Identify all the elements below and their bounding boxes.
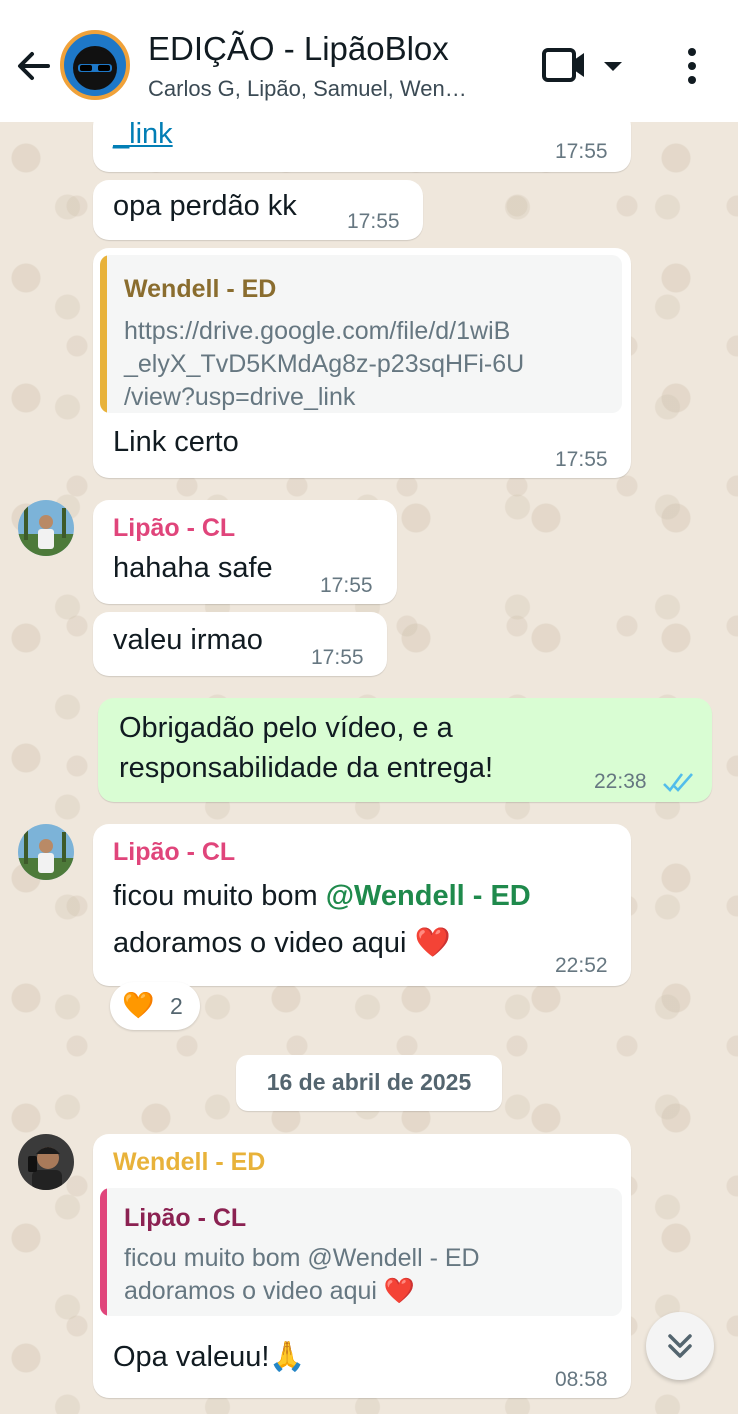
message-text: opa perdão kk [113,190,297,222]
message-bubble[interactable]: opa perdão kk 17:55 [93,180,423,240]
message-text: hahaha safe [113,552,273,584]
message-text: Opa valeuu! [113,1341,270,1373]
sender-avatar[interactable] [18,824,74,880]
message-bubble[interactable]: Lipão - CL ficou muito bom @Wendell - ED… [93,824,631,986]
message-link[interactable]: _link [113,118,173,151]
praying-hands-emoji: 🙏 [269,1341,306,1373]
chat-title[interactable]: EDIÇÃO - LipãoBlox [148,30,528,68]
sender-avatar[interactable] [18,500,74,556]
quoted-message[interactable]: Lipão - CL ficou muito bom @Wendell - ED… [100,1188,622,1316]
message-time: 17:55 [555,448,608,471]
back-arrow-icon [18,52,50,80]
sender-name[interactable]: Lipão - CL [113,514,235,543]
mention[interactable]: @Wendell - ED [326,880,531,912]
quote-text-line: https://drive.google.com/file/d/1wiB [124,317,511,345]
back-button[interactable] [12,44,56,88]
message-text: adoramos o video aqui [113,927,407,959]
reaction-count: 2 [170,993,183,1019]
double-check-read-icon [663,773,693,792]
chat-header: EDIÇÃO - LipãoBlox Carlos G, Lipão, Samu… [0,0,738,122]
message-text: Link certo [113,426,239,458]
message-time: 22:38 [594,770,647,793]
message-bubble[interactable]: Lipão - CL hahaha safe 17:55 [93,500,397,604]
message-bubble[interactable]: Wendell - ED Lipão - CL ficou muito bom … [93,1134,631,1398]
sender-name[interactable]: Lipão - CL [113,838,235,867]
message-text-line: ficou muito bom @Wendell - ED [113,880,531,913]
message-bubble[interactable]: Wendell - ED https://drive.google.com/fi… [93,248,631,478]
quote-text-line: _elyX_TvD5KMdAg8z-p23sqHFi-6U [124,350,525,378]
quote-bar [100,1188,107,1316]
quote-author: Wendell - ED [124,275,277,303]
message-text: ficou muito bom [113,880,326,912]
double-chevron-down-icon [668,1334,692,1358]
message-time: 17:55 [311,646,364,669]
message-text-line: responsabilidade da entrega! [119,752,494,784]
message-time: 17:55 [555,140,608,163]
video-camera-icon [542,48,622,82]
message-time: 22:52 [555,954,608,977]
scroll-to-bottom-button[interactable] [646,1312,714,1380]
group-avatar[interactable] [60,30,130,100]
message-text-line: Opa valeuu!🙏 [113,1340,306,1374]
heart-emoji: ❤️ [414,927,451,959]
message-time: 17:55 [320,574,373,597]
quote-text-line: ficou muito bom @Wendell - ED [124,1244,480,1272]
orange-heart-icon: 🧡 [122,990,155,1020]
quote-author: Lipão - CL [124,1204,247,1232]
quote-text-line: adoramos o video aqui ❤️ [124,1277,416,1305]
quote-text-line: /view?usp=drive_link [124,383,356,411]
message-time: 17:55 [347,210,400,233]
message-text: valeu irmao [113,624,263,656]
quote-bar [100,255,107,413]
chat-participants[interactable]: Carlos G, Lipão, Samuel, Wen… [148,76,498,102]
date-separator: 16 de abril de 2025 [236,1055,502,1111]
message-text-line: adoramos o video aqui ❤️ [113,926,451,960]
more-vertical-icon [688,48,696,84]
message-bubble[interactable]: valeu irmao 17:55 [93,612,387,676]
quoted-message[interactable]: Wendell - ED https://drive.google.com/fi… [100,255,622,413]
outgoing-message-bubble[interactable]: Obrigadão pelo vídeo, e a responsabilida… [98,698,712,802]
date-label: 16 de abril de 2025 [266,1069,472,1095]
video-call-button[interactable] [540,46,630,86]
message-reaction[interactable]: 🧡 2 [110,982,200,1030]
message-text-line: Obrigadão pelo vídeo, e a [119,712,453,744]
message-time: 08:58 [555,1368,608,1391]
sender-name[interactable]: Wendell - ED [113,1148,265,1177]
more-options-button[interactable] [676,44,708,88]
sender-avatar[interactable] [18,1134,74,1190]
